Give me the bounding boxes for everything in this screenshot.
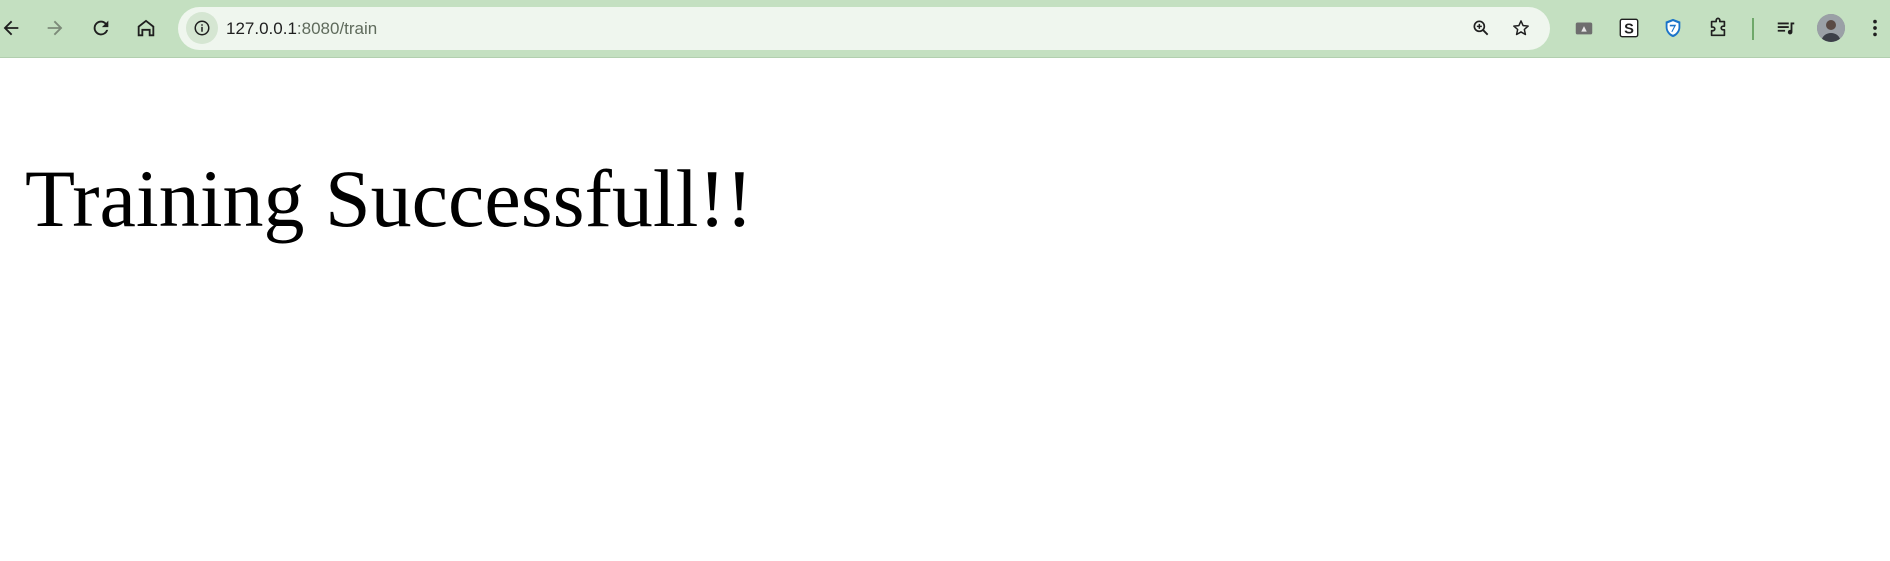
home-icon: [137, 19, 155, 37]
browser-toolbar: 127.0.0.1:8080/train S: [0, 0, 1890, 58]
info-icon: [194, 20, 210, 36]
s-extension-button[interactable]: S: [1614, 13, 1644, 43]
zoom-in-icon: [1473, 20, 1489, 36]
star-icon: [1513, 20, 1529, 36]
shield-extension-icon: [1665, 18, 1681, 38]
home-button[interactable]: [129, 11, 163, 45]
url-host: 127.0.0.1: [226, 19, 297, 38]
s-extension-icon: S: [1619, 18, 1639, 38]
address-bar[interactable]: 127.0.0.1:8080/train: [178, 7, 1550, 50]
forward-button[interactable]: [38, 11, 72, 45]
site-info-button[interactable]: [186, 12, 218, 44]
puzzle-extensions-icon: [1710, 17, 1726, 37]
shield-extension-button[interactable]: [1658, 13, 1688, 43]
extensions-button[interactable]: [1703, 13, 1733, 43]
drive-extension-icon: [1575, 22, 1593, 35]
kebab-menu-icon: [1873, 19, 1877, 37]
media-queue-button[interactable]: [1771, 13, 1801, 43]
media-queue-icon: [1777, 22, 1795, 35]
bookmark-button[interactable]: [1506, 13, 1536, 43]
arrow-right-icon: [47, 20, 63, 36]
s-extension-letter: S: [1624, 22, 1634, 38]
url-path: :8080/train: [296, 19, 378, 38]
page-title: Training Successfull!!: [25, 153, 754, 244]
avatar[interactable]: [1817, 14, 1845, 42]
arrow-left-icon: [3, 20, 19, 36]
zoom-button[interactable]: [1466, 13, 1496, 43]
profile-photo-icon: [1817, 14, 1845, 42]
drive-extension-button[interactable]: [1569, 13, 1599, 43]
reload-icon: [93, 20, 109, 36]
url-text[interactable]: 127.0.0.1:8080/train: [226, 7, 377, 50]
toolbar-divider: [1752, 18, 1754, 40]
browser-menu-button[interactable]: [1860, 11, 1890, 45]
back-button[interactable]: [0, 11, 28, 45]
reload-button[interactable]: [84, 11, 118, 45]
